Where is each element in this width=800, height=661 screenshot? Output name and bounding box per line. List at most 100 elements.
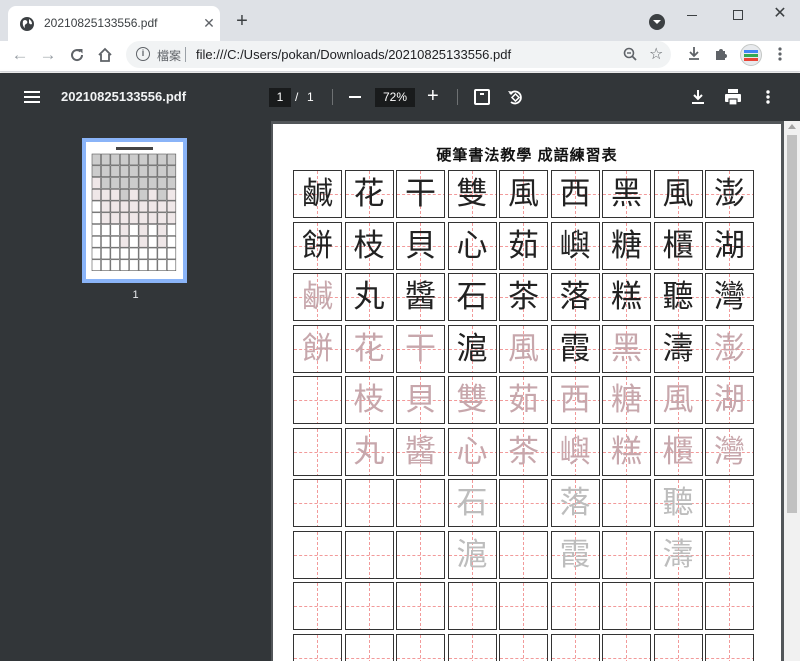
practice-character: 糖: [611, 227, 642, 264]
fit-page-icon[interactable]: [474, 89, 490, 105]
thumbnail-cell: [119, 259, 130, 271]
practice-cell: [499, 530, 548, 579]
download-icon[interactable]: [684, 44, 704, 64]
forward-arrow-icon[interactable]: →: [38, 45, 58, 65]
pdf-file-title: 20210825133556.pdf: [61, 89, 187, 104]
practice-cell: 濤: [653, 530, 703, 579]
practice-cell: 黑: [602, 324, 651, 373]
guide-line-horizontal: [706, 606, 753, 607]
practice-character: 風: [662, 382, 694, 418]
practice-cell: 心: [447, 221, 497, 270]
zoom-in-button[interactable]: +: [427, 86, 439, 106]
thumbnail-cell: [119, 165, 130, 177]
scrollbar[interactable]: [784, 121, 800, 661]
guide-line-horizontal: [551, 606, 599, 607]
back-arrow-icon[interactable]: ←: [10, 45, 30, 65]
scroll-thumb[interactable]: [787, 135, 797, 513]
zoom-out-button[interactable]: [349, 96, 361, 98]
thumbnail-cell: [129, 153, 139, 166]
practice-cell: [705, 479, 754, 527]
scroll-up-arrow[interactable]: [788, 124, 796, 129]
more-vert-icon[interactable]: [758, 87, 778, 107]
reload-icon[interactable]: [68, 46, 86, 64]
practice-cell: 丸: [344, 273, 394, 321]
print-icon[interactable]: [723, 87, 743, 107]
practice-character: 嶼: [559, 433, 591, 470]
page-number-input[interactable]: 1: [269, 88, 291, 107]
tab-search-icon[interactable]: [649, 14, 665, 30]
practice-cell: [344, 479, 394, 527]
info-icon[interactable]: i: [136, 47, 150, 61]
practice-character: 櫃: [662, 433, 694, 470]
guide-line-horizontal: [397, 606, 444, 607]
thumbnail-cell: [148, 177, 158, 189]
practice-cell: [705, 530, 754, 579]
thumbnail-cell: [101, 247, 111, 260]
thumbnail-cell: [101, 188, 111, 201]
guide-line-horizontal: [397, 503, 444, 504]
practice-cell: [602, 530, 651, 579]
practice-character: 干: [405, 330, 436, 367]
practice-character: 滬: [456, 536, 488, 573]
practice-character: 風: [508, 176, 539, 212]
home-icon[interactable]: [96, 46, 114, 64]
url-text[interactable]: file:///C:/Users/pokan/Downloads/2021082…: [196, 47, 511, 62]
sheet-title: 硬筆書法教學 成語練習表: [436, 147, 618, 164]
address-bar[interactable]: i 檔案 file:///C:/Users/pokan/Downloads/20…: [126, 41, 671, 68]
tab-strip: 20210825133556.pdf ✕ + ✕: [0, 0, 800, 41]
thumbnail-cell: [119, 212, 130, 224]
close-icon[interactable]: ✕: [200, 14, 218, 32]
practice-cell: 西: [550, 376, 600, 424]
rotate-icon[interactable]: [506, 88, 524, 106]
download-icon[interactable]: [688, 87, 708, 107]
thumbnail-cell: [110, 188, 120, 201]
thumbnail-cell: [91, 212, 101, 224]
thumbnail-cell: [129, 235, 139, 248]
practice-character: 干: [405, 176, 436, 212]
page-total: 1: [307, 90, 314, 104]
tab-title: 20210825133556.pdf: [44, 16, 158, 30]
practice-cell: 鹹: [293, 170, 342, 218]
thumbnail-cell: [166, 153, 177, 166]
thumbnail-cell: [110, 200, 120, 213]
thumbnail-cell: [138, 188, 148, 201]
thumbnail-cell: [166, 177, 177, 189]
more-vert-icon[interactable]: [770, 44, 790, 64]
maximize-button[interactable]: [715, 3, 761, 27]
zoom-icon[interactable]: [623, 47, 637, 61]
thumbnail-cell: [91, 165, 101, 177]
avatar[interactable]: [740, 44, 762, 66]
practice-cell: 澎: [705, 324, 754, 373]
zoom-input[interactable]: 72%: [375, 88, 415, 107]
practice-character: 濤: [662, 330, 694, 367]
practice-character: 灣: [714, 433, 745, 470]
practice-cell: 茹: [499, 376, 548, 424]
guide-line-horizontal: [294, 503, 341, 504]
tab-active[interactable]: 20210825133556.pdf ✕: [8, 6, 220, 41]
practice-character: 貝: [405, 227, 436, 264]
practice-character: 聽: [662, 485, 694, 521]
practice-character: 櫃: [662, 227, 694, 264]
practice-cell: 醬: [396, 427, 445, 476]
thumbnail-label: 1: [132, 289, 139, 301]
page-thumbnail[interactable]: [82, 138, 187, 283]
thumbnail-cell: [166, 247, 177, 260]
pdf-viewer[interactable]: 硬筆書法教學 成語練習表 鹹花干雙風西黑風澎餅枝貝心茹嶼糖櫃湖鹹丸醬石茶落糕聽灣…: [271, 121, 800, 661]
thumbnail-cell: [157, 247, 167, 260]
practice-character: 茹: [508, 227, 539, 264]
menu-icon[interactable]: [24, 91, 40, 103]
plus-icon[interactable]: +: [232, 11, 252, 31]
guide-line-horizontal: [294, 554, 341, 556]
practice-cell: 櫃: [653, 427, 703, 476]
minimize-button[interactable]: [669, 3, 715, 27]
practice-character: 湖: [714, 227, 745, 264]
close-window-button[interactable]: ✕: [757, 3, 800, 27]
guide-line-horizontal: [345, 503, 393, 504]
star-icon[interactable]: ☆: [649, 44, 663, 64]
extensions-icon[interactable]: [711, 44, 731, 64]
practice-cell: 糖: [602, 221, 651, 270]
practice-cell: 餅: [293, 324, 342, 373]
thumbnail-cell: [148, 200, 158, 213]
browser-toolbar: ← → i 檔案 file:///C:/Users/pokan/Download…: [0, 41, 800, 72]
practice-character: 茶: [508, 433, 539, 470]
